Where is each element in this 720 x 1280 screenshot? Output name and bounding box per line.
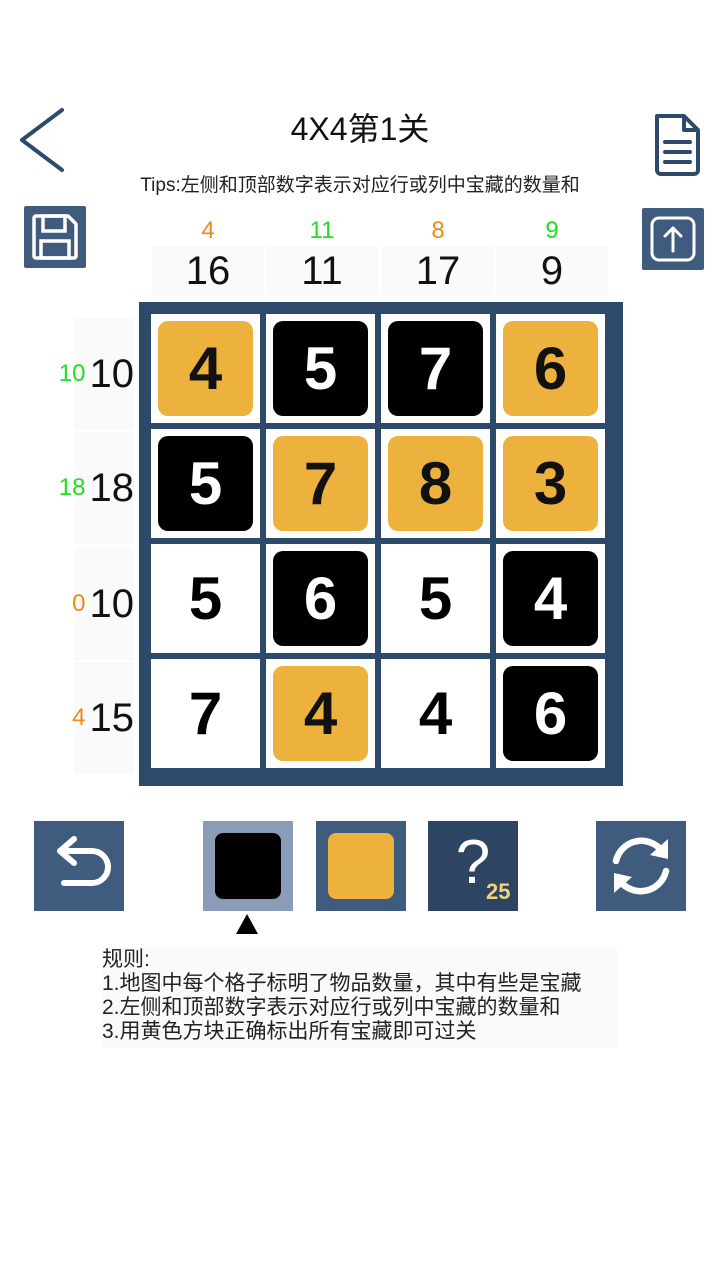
black-swatch — [215, 833, 281, 899]
cell-value: 4 — [303, 680, 338, 747]
row-target-sum: 10 — [89, 351, 135, 396]
column-clue: 4 16 — [152, 216, 264, 296]
row-current-sum: 18 — [58, 474, 86, 501]
rule-line: 3.用黄色方块正确标出所有宝藏即可过关 — [102, 1020, 477, 1043]
row-target-sum: 15 — [89, 695, 135, 740]
cell-value: 5 — [188, 450, 223, 517]
grid-cell[interactable]: 7 — [266, 429, 375, 538]
cell-value: 4 — [188, 335, 223, 402]
grid-cell[interactable]: 6 — [496, 314, 605, 423]
cell-value: 5 — [418, 565, 453, 632]
selected-tool-indicator — [236, 914, 258, 934]
row-clue: 10 10 — [48, 318, 134, 430]
document-icon — [655, 114, 700, 176]
puzzle-board: 4 5 7 6 5 7 8 3 5 6 5 4 7 4 4 6 — [139, 302, 623, 786]
tips-text: Tips:左侧和顶部数字表示对应行或列中宝藏的数量和 — [140, 175, 580, 196]
grid-cell[interactable]: 3 — [496, 429, 605, 538]
refresh-icon — [612, 837, 670, 895]
cell-value: 3 — [533, 450, 568, 517]
grid-cell[interactable]: 8 — [381, 429, 490, 538]
cell-value: 8 — [418, 450, 453, 517]
undo-icon — [57, 836, 111, 886]
rule-line: 2.左侧和顶部数字表示对应行或列中宝藏的数量和 — [102, 996, 561, 1019]
upload-icon — [650, 216, 696, 262]
row-clue: 4 15 — [48, 662, 134, 774]
rules-heading: 规则: — [102, 948, 150, 971]
grid-cell[interactable]: 6 — [496, 659, 605, 768]
column-current-sum: 4 — [201, 217, 215, 244]
share-button[interactable] — [642, 208, 704, 270]
hint-count-badge: 25 — [486, 879, 511, 904]
gold-marker-tool[interactable] — [316, 821, 406, 911]
cell-value: 5 — [188, 565, 223, 632]
undo-button[interactable] — [34, 821, 124, 911]
column-target-sum: 9 — [496, 246, 608, 296]
row-clue: 18 18 — [48, 432, 134, 544]
cell-value: 4 — [533, 565, 568, 632]
page-title: 4X4第1关 — [290, 111, 430, 147]
column-target-sum: 16 — [152, 246, 264, 296]
grid-cell[interactable]: 5 — [151, 429, 260, 538]
hint-button[interactable]: ? 25 — [428, 821, 518, 911]
grid-cell[interactable]: 5 — [266, 314, 375, 423]
cell-value: 5 — [303, 335, 338, 402]
row-current-sum: 4 — [72, 704, 86, 731]
column-current-sum: 8 — [431, 217, 445, 244]
column-clue: 8 17 — [382, 216, 494, 296]
rules-document-button[interactable] — [650, 112, 704, 178]
column-target-sum: 17 — [382, 246, 494, 296]
column-current-sum: 9 — [545, 217, 559, 244]
grid-cell[interactable]: 7 — [381, 314, 490, 423]
black-marker-tool[interactable] — [203, 821, 293, 911]
row-current-sum: 0 — [72, 590, 86, 617]
cell-value: 7 — [418, 335, 453, 402]
cell-value: 6 — [533, 680, 568, 747]
grid-cell[interactable]: 4 — [151, 314, 260, 423]
column-current-sum: 11 — [309, 217, 335, 244]
cell-value: 6 — [303, 565, 338, 632]
row-clue: 0 10 — [48, 548, 134, 660]
gold-swatch — [328, 833, 394, 899]
rules-panel: 规则: 1.地图中每个格子标明了物品数量，其中有些是宝藏 2.左侧和顶部数字表示… — [102, 948, 617, 1048]
row-target-sum: 10 — [89, 581, 135, 626]
grid-cell[interactable]: 6 — [266, 544, 375, 653]
grid-cell[interactable]: 5 — [151, 544, 260, 653]
cell-value: 7 — [188, 680, 223, 747]
grid-cell[interactable]: 4 — [496, 544, 605, 653]
column-target-sum: 11 — [266, 246, 378, 296]
row-target-sum: 18 — [89, 465, 135, 510]
save-button[interactable] — [24, 206, 86, 268]
grid-cell[interactable]: 4 — [266, 659, 375, 768]
restart-button[interactable] — [596, 821, 686, 911]
grid-cell[interactable]: 7 — [151, 659, 260, 768]
cell-value: 6 — [533, 335, 568, 402]
grid-cell[interactable]: 5 — [381, 544, 490, 653]
cell-value: 7 — [303, 450, 338, 517]
row-current-sum: 10 — [58, 360, 86, 387]
grid-cell[interactable]: 4 — [381, 659, 490, 768]
cell-value: 4 — [418, 680, 453, 747]
column-clue: 11 11 — [266, 216, 378, 296]
column-clue: 9 9 — [496, 216, 608, 296]
rule-line: 1.地图中每个格子标明了物品数量，其中有些是宝藏 — [102, 972, 582, 995]
save-icon — [32, 214, 78, 260]
